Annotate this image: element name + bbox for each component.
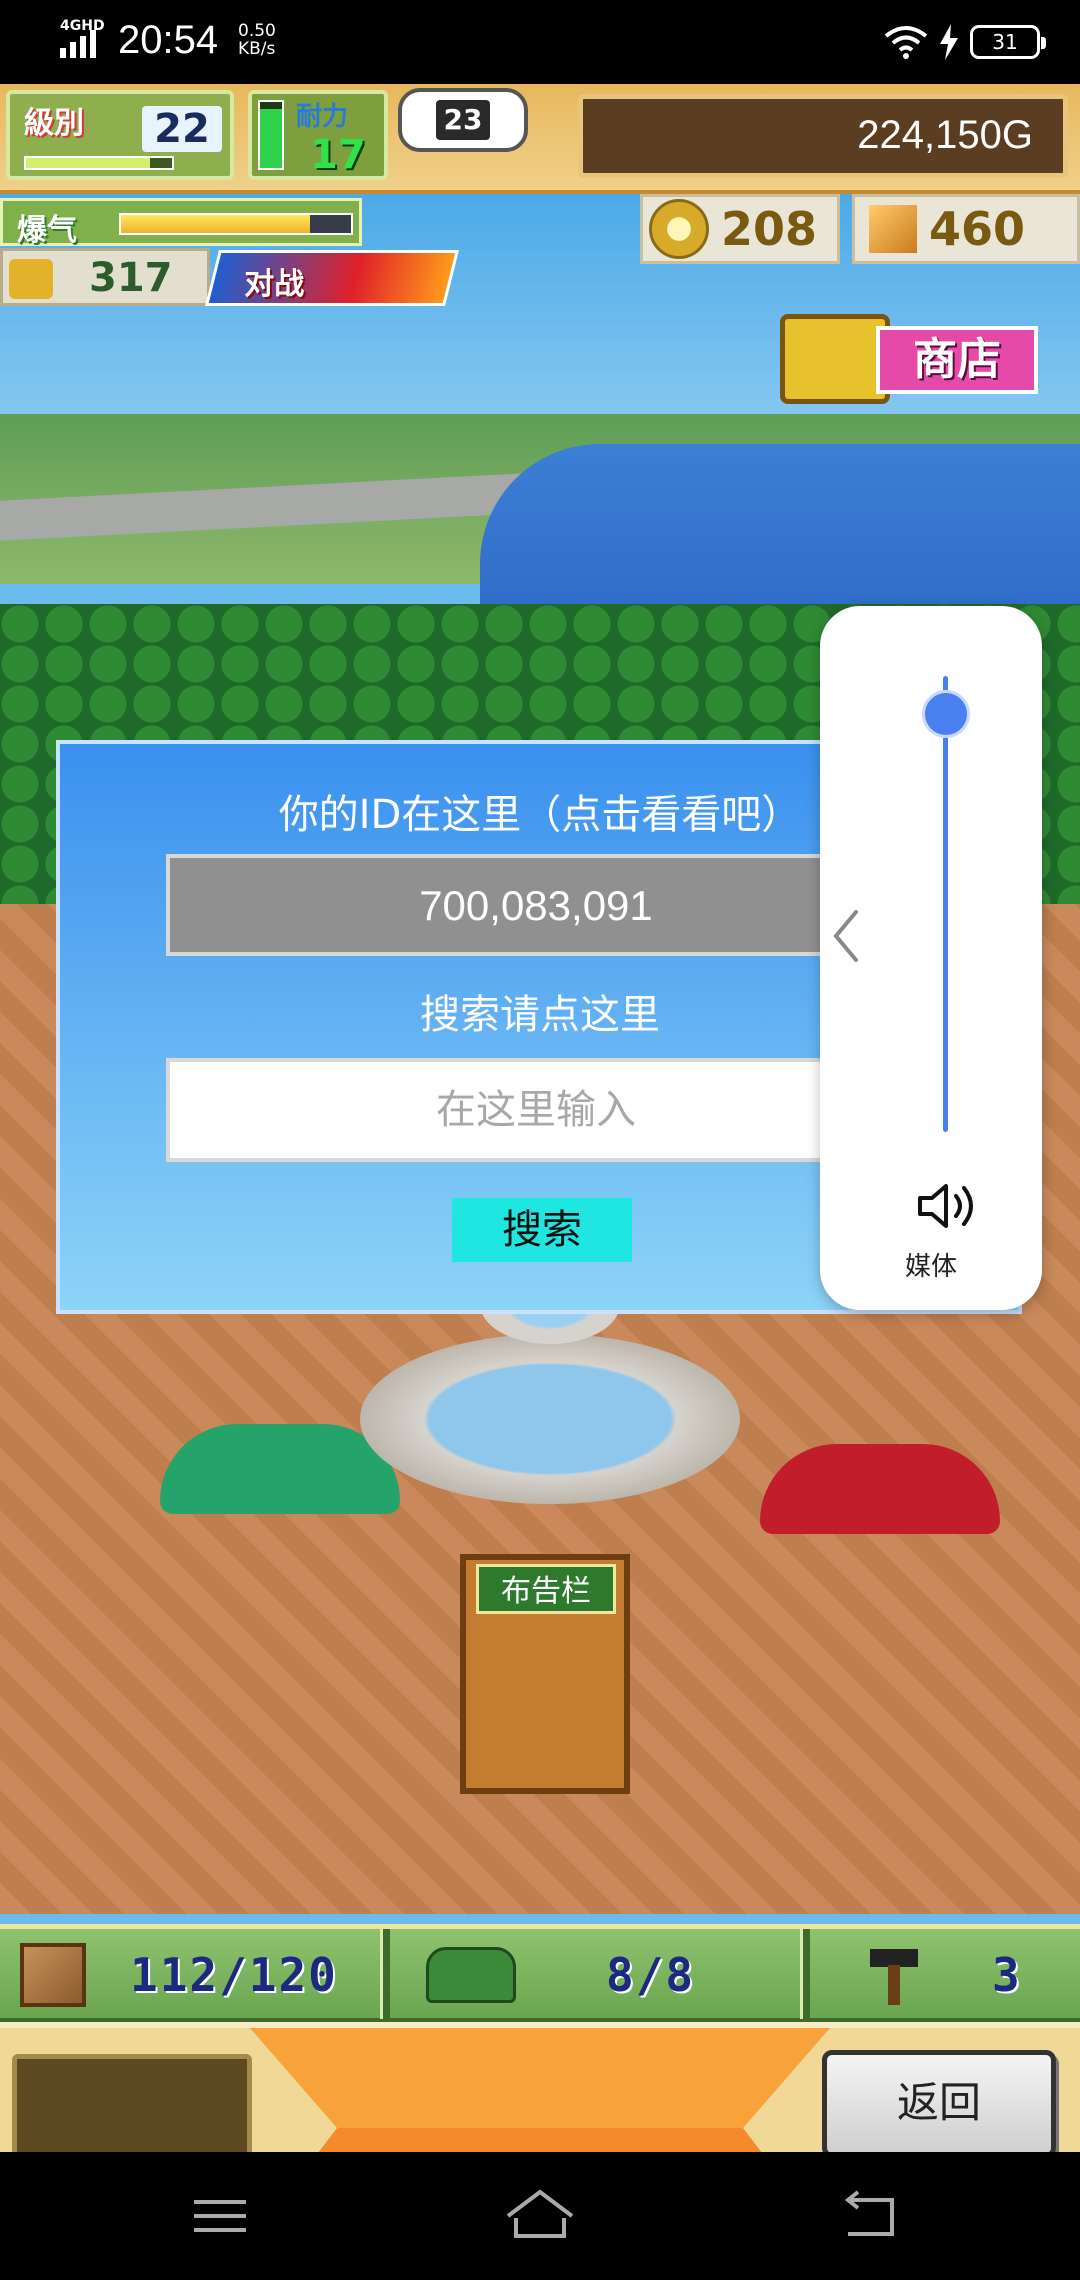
back-button[interactable]: 返回 (822, 2050, 1056, 2152)
gold-value: 224,150G (857, 113, 1033, 157)
hype-bar (119, 213, 353, 235)
speaker-icon[interactable] (910, 1176, 980, 1236)
item-capacity-value: 112/120 (130, 1948, 338, 2002)
robot-count-value: 8/8 (606, 1948, 696, 2002)
battle-label: 对战 (244, 267, 305, 302)
menu-icon[interactable] (180, 2186, 260, 2246)
signal-icon (60, 30, 96, 58)
level-value: 22 (142, 106, 222, 152)
battery-level: 31 (992, 30, 1018, 54)
hype-label: 爆气 (17, 213, 77, 248)
level-progress-fill (26, 158, 151, 168)
stamina-label: 耐力 (296, 102, 349, 132)
command-arrow-top (250, 2028, 830, 2128)
volume-slider-track[interactable] (943, 676, 948, 1132)
volume-panel-label: 媒体 (904, 1252, 957, 1282)
hammer-count[interactable]: 3 (866, 1935, 1022, 2015)
hype-bar-fill (121, 215, 310, 233)
bottom-hud: 112/120 8/8 3 (0, 1924, 1080, 2022)
game-screen[interactable]: 布告栏 級別 22 耐力 17 23 224,150G 爆气 317 对战 20… (0, 84, 1080, 2152)
hud-divider (800, 1929, 810, 2019)
cube-value: 460 (929, 202, 1026, 256)
coin-value: 208 (721, 202, 818, 256)
speech-bubble[interactable]: 23 (398, 88, 528, 152)
command-slot[interactable] (12, 2054, 252, 2152)
player-id-field[interactable]: 700,083,091 (166, 854, 906, 956)
network-speed-unit: KB/s (238, 39, 276, 59)
stamina-gauge-fill (260, 108, 282, 168)
command-arrow-bottom (250, 2128, 830, 2152)
navigation-bar (0, 2152, 1080, 2280)
medal-battle-row: 317 对战 (0, 248, 460, 308)
volume-slider-handle[interactable] (922, 689, 970, 738)
coin-icon (649, 199, 709, 259)
shop-label: 商店 (876, 326, 1038, 394)
battle-button[interactable]: 对战 (205, 250, 459, 306)
chevron-left-icon[interactable] (826, 906, 866, 966)
red-umbrella (760, 1444, 1000, 1534)
treasure-chest-icon (780, 314, 890, 404)
search-input[interactable]: 在这里输入 (166, 1058, 906, 1162)
level-progress-bar (24, 156, 174, 170)
charging-icon (940, 24, 958, 60)
command-bar: 返回 (0, 2022, 1080, 2152)
top-hud: 級別 22 耐力 17 23 224,150G (0, 84, 1080, 194)
level-label: 級別 (24, 106, 84, 141)
back-nav-icon[interactable] (830, 2186, 910, 2246)
cube-panel: 460 (852, 194, 1080, 264)
robot-icon (426, 1947, 516, 2003)
search-button[interactable]: 搜索 (452, 1198, 632, 1262)
gold-panel: 224,150G (578, 94, 1068, 178)
fountain (360, 1334, 740, 1504)
hammer-count-value: 3 (992, 1948, 1022, 2002)
coin-panel: 208 (640, 194, 840, 264)
volume-panel: 媒体 (820, 606, 1042, 1310)
bulletin-board-label: 布告栏 (476, 1564, 616, 1614)
medal-icon (9, 259, 53, 299)
stamina-panel[interactable]: 耐力 17 (248, 90, 388, 180)
level-panel[interactable]: 級別 22 (6, 90, 234, 180)
wifi-icon (884, 26, 928, 59)
network-speed: 0.50 KB/s (238, 22, 276, 58)
clock: 20:54 (118, 18, 219, 62)
stamina-value: 17 (310, 132, 366, 178)
hammer-icon (866, 1945, 922, 2005)
item-capacity[interactable]: 112/120 (20, 1935, 338, 2015)
cube-icon (869, 205, 917, 253)
status-icons: 31 (884, 18, 1046, 66)
hud-divider (380, 1929, 390, 2019)
resource-row: 208 460 (640, 194, 1080, 268)
stamina-gauge (258, 100, 284, 170)
hype-panel: 爆气 (0, 198, 362, 248)
battery-icon: 31 (970, 25, 1046, 59)
status-bar: 4GHD 20:54 0.50 KB/s 31 (0, 0, 1080, 84)
crate-icon (20, 1943, 86, 2007)
medal-panel: 317 (0, 248, 210, 306)
home-icon[interactable] (500, 2186, 580, 2246)
robot-count[interactable]: 8/8 (426, 1935, 695, 2015)
shop-button[interactable]: 商店 (780, 310, 1040, 410)
network-speed-value: 0.50 (238, 21, 276, 41)
medal-value: 317 (89, 255, 173, 301)
bubble-value: 23 (436, 100, 490, 140)
